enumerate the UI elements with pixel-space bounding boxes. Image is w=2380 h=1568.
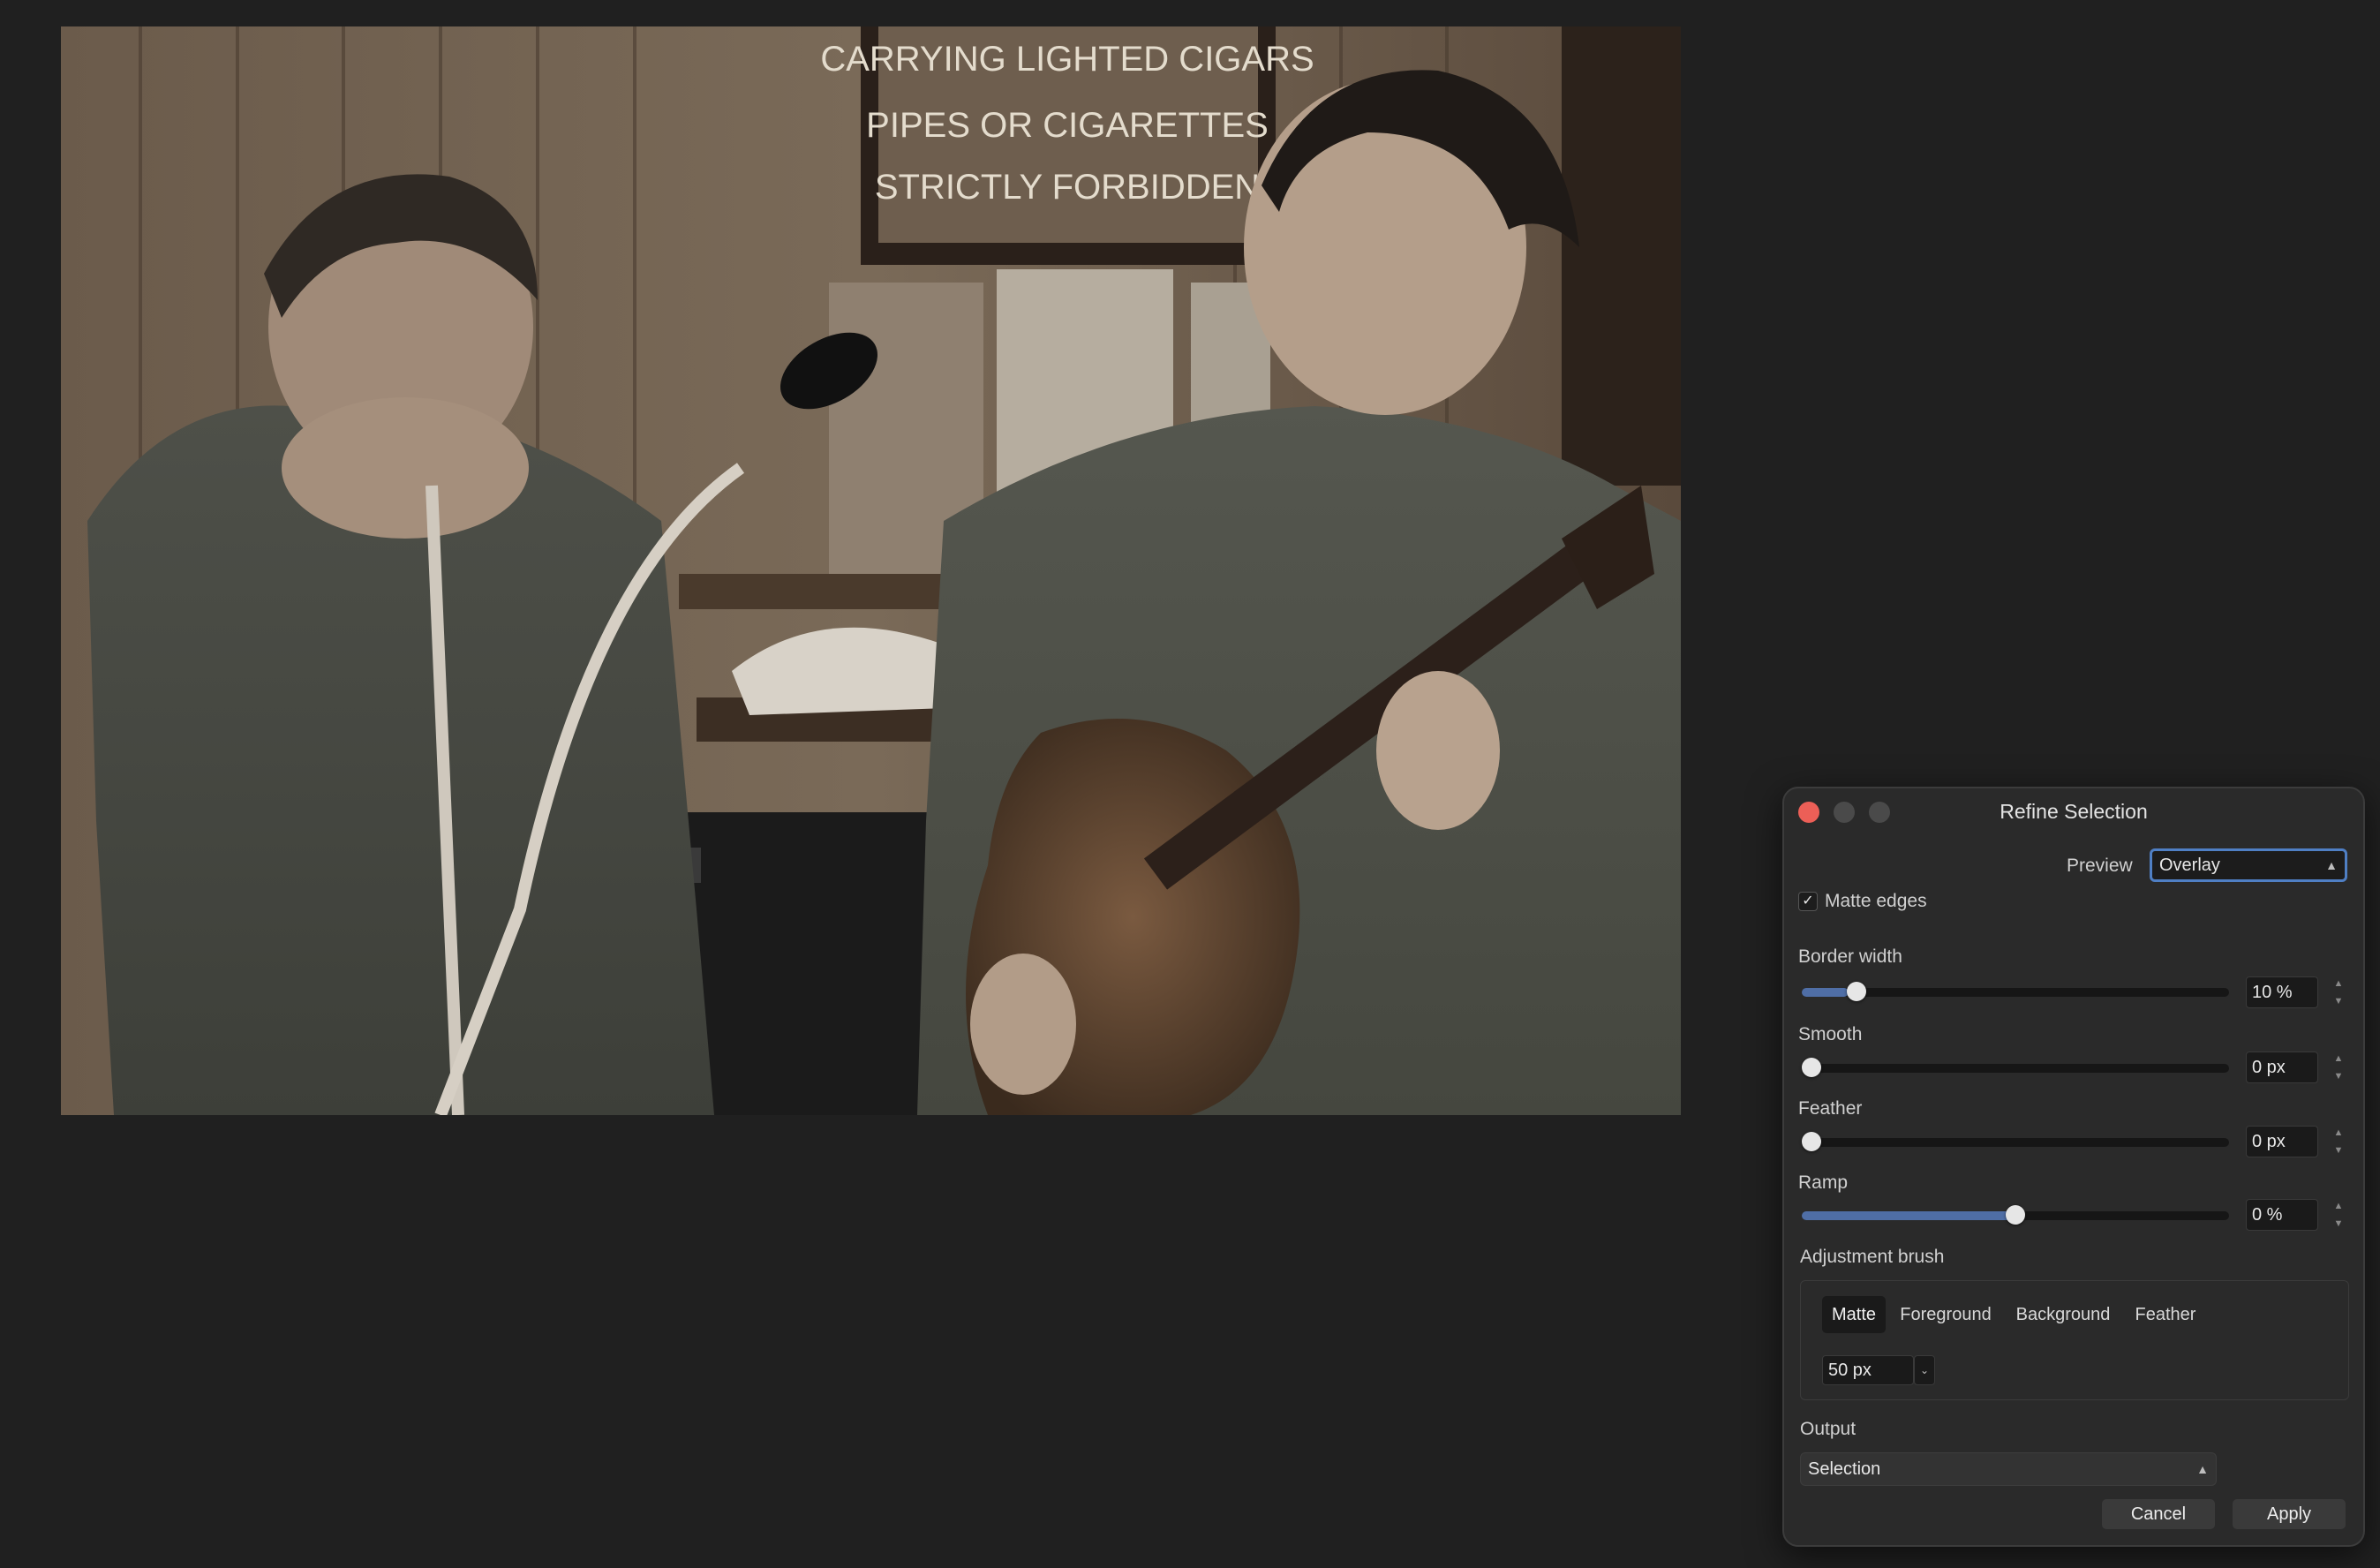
smooth-label: Smooth <box>1798 1024 1863 1044</box>
brush-mode-matte[interactable]: Matte <box>1822 1296 1886 1333</box>
preview-label: Preview <box>2067 856 2133 876</box>
updown-chevron-icon: ▲ <box>2325 858 2338 872</box>
ramp-stepper[interactable]: ▲ ▼ <box>2330 1197 2347 1233</box>
border-width-slider[interactable] <box>1802 982 2229 1001</box>
panel-title: Refine Selection <box>2000 800 2148 823</box>
brush-mode-feather[interactable]: Feather <box>2126 1296 2205 1333</box>
brush-size-field[interactable]: 50 px <box>1822 1355 1914 1385</box>
adjustment-brush-label: Adjustment brush <box>1800 1247 1945 1267</box>
border-width-value[interactable]: 10 % <box>2246 976 2318 1008</box>
feather-value[interactable]: 0 px <box>2246 1126 2318 1157</box>
updown-chevron-icon: ▲ <box>2196 1462 2209 1476</box>
smooth-stepper[interactable]: ▲ ▼ <box>2330 1050 2347 1085</box>
ramp-value[interactable]: 0 % <box>2246 1199 2318 1231</box>
photo-canvas[interactable]: CARRYING LIGHTED CIGARS PIPES OR CIGARET… <box>61 26 1681 1115</box>
border-width-label: Border width <box>1798 946 1902 967</box>
panel-titlebar[interactable]: Refine Selection <box>1784 788 2363 838</box>
sign-line-1: CARRYING LIGHTED CIGARS <box>820 40 1314 79</box>
border-width-stepper[interactable]: ▲ ▼ <box>2330 975 2347 1010</box>
sign-line-2: PIPES OR CIGARETTES <box>866 106 1269 145</box>
refine-selection-panel: Refine Selection Preview Overlay ▲ ✓ Mat… <box>1782 787 2365 1547</box>
output-select-value: Selection <box>1808 1459 1881 1479</box>
chevron-down-icon[interactable]: ⌄ <box>1914 1355 1935 1385</box>
ramp-label: Ramp <box>1798 1172 1849 1193</box>
preview-select-value: Overlay <box>2159 856 2220 875</box>
feather-slider[interactable] <box>1802 1132 2229 1151</box>
output-label: Output <box>1800 1419 1857 1439</box>
slider-knob[interactable] <box>1802 1058 1821 1077</box>
matte-edges-checkbox[interactable]: ✓ <box>1798 892 1818 911</box>
cancel-button[interactable]: Cancel <box>2102 1499 2215 1529</box>
adjustment-brush-group: Matte Foreground Background Feather 50 p… <box>1800 1280 2349 1400</box>
brush-mode-foreground[interactable]: Foreground <box>1891 1296 2000 1333</box>
matte-edges-label: Matte edges <box>1825 891 1927 911</box>
slider-knob[interactable] <box>2006 1205 2025 1225</box>
smooth-slider[interactable] <box>1802 1058 2229 1077</box>
preview-select[interactable]: Overlay ▲ <box>2150 848 2347 882</box>
sign-line-3: STRICTLY FORBIDDEN <box>875 168 1260 207</box>
ramp-slider[interactable] <box>1802 1205 2229 1225</box>
photo-image: CARRYING LIGHTED CIGARS PIPES OR CIGARET… <box>61 26 1681 1115</box>
brush-mode-background[interactable]: Background <box>2006 1296 2120 1333</box>
smooth-value[interactable]: 0 px <box>2246 1052 2318 1083</box>
slider-knob[interactable] <box>1846 982 1866 1001</box>
apply-button[interactable]: Apply <box>2233 1499 2346 1529</box>
feather-stepper[interactable]: ▲ ▼ <box>2330 1124 2347 1159</box>
feather-label: Feather <box>1798 1098 1863 1119</box>
output-select[interactable]: Selection ▲ <box>1800 1452 2217 1486</box>
slider-knob[interactable] <box>1802 1132 1821 1151</box>
